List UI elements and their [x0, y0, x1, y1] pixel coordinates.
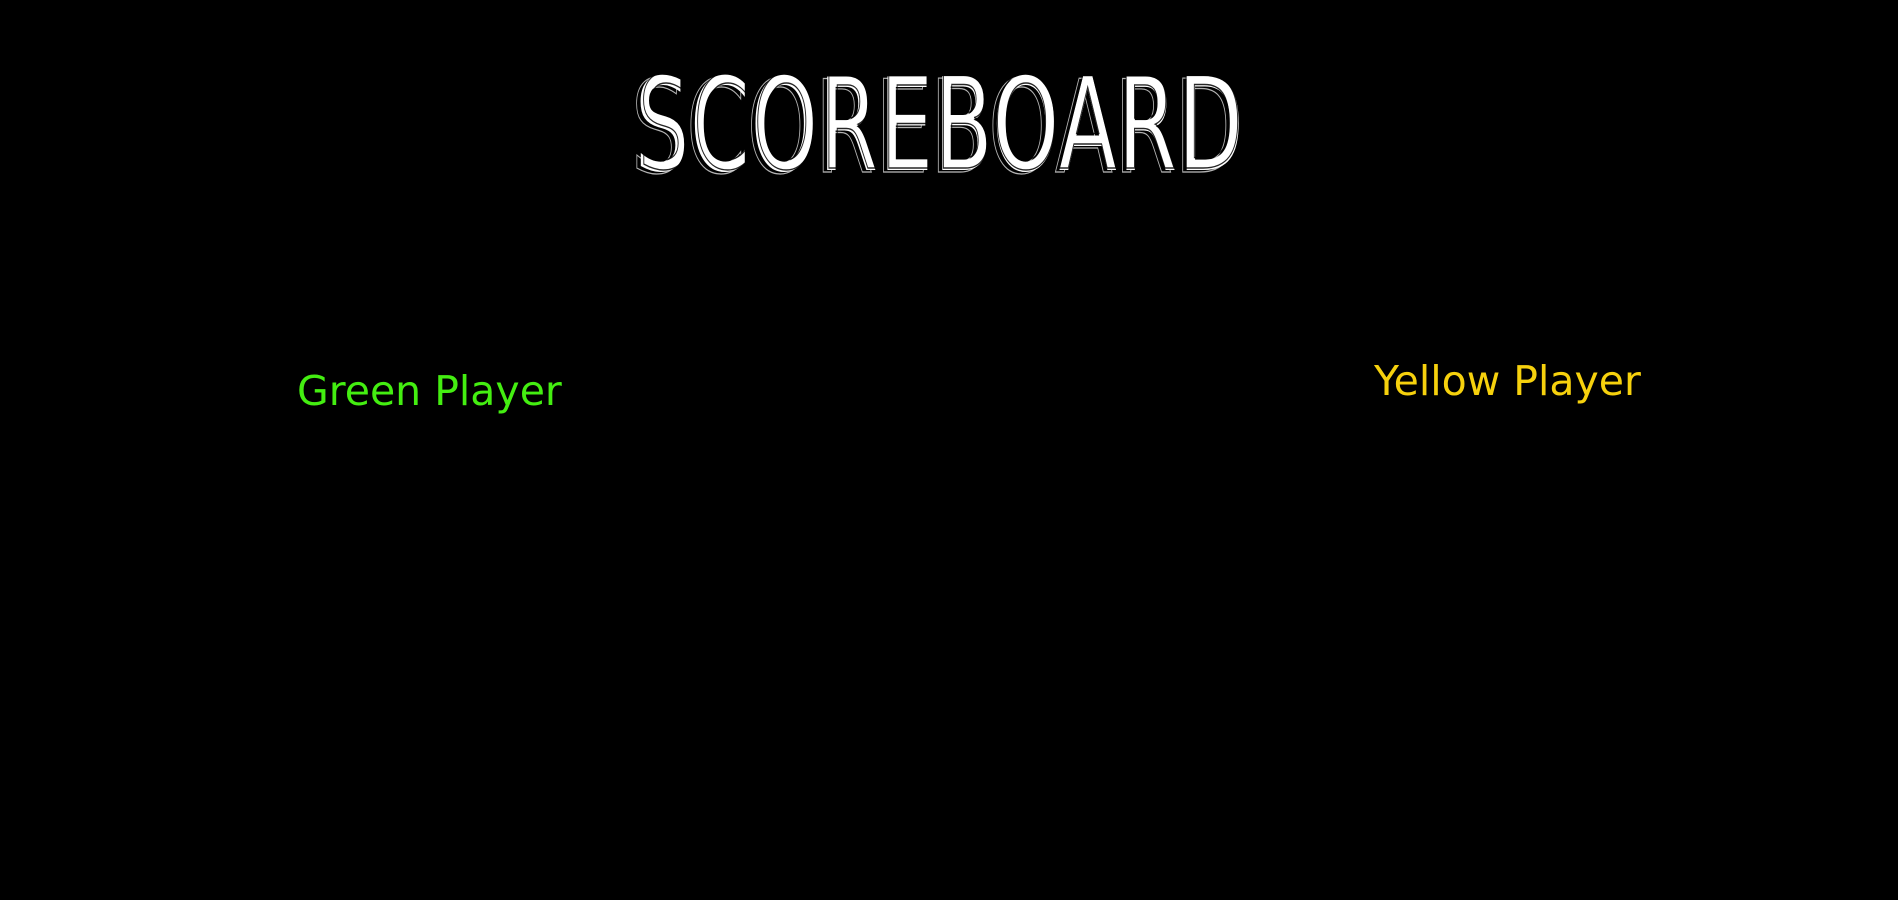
scoreboard-title: SCOREBOARD SCOREBOARD SCOREBOARD	[630, 58, 1250, 198]
scoreboard-title-brush-cut: SCOREBOARD	[638, 58, 1244, 198]
scoreboard-page: SCOREBOARD SCOREBOARD SCOREBOARD Green P…	[0, 0, 1898, 900]
yellow-player-label: Yellow Player	[1374, 357, 1641, 405]
green-player-label: Green Player	[297, 367, 562, 415]
scoreboard-title-graphic: SCOREBOARD SCOREBOARD SCOREBOARD	[630, 58, 1244, 198]
